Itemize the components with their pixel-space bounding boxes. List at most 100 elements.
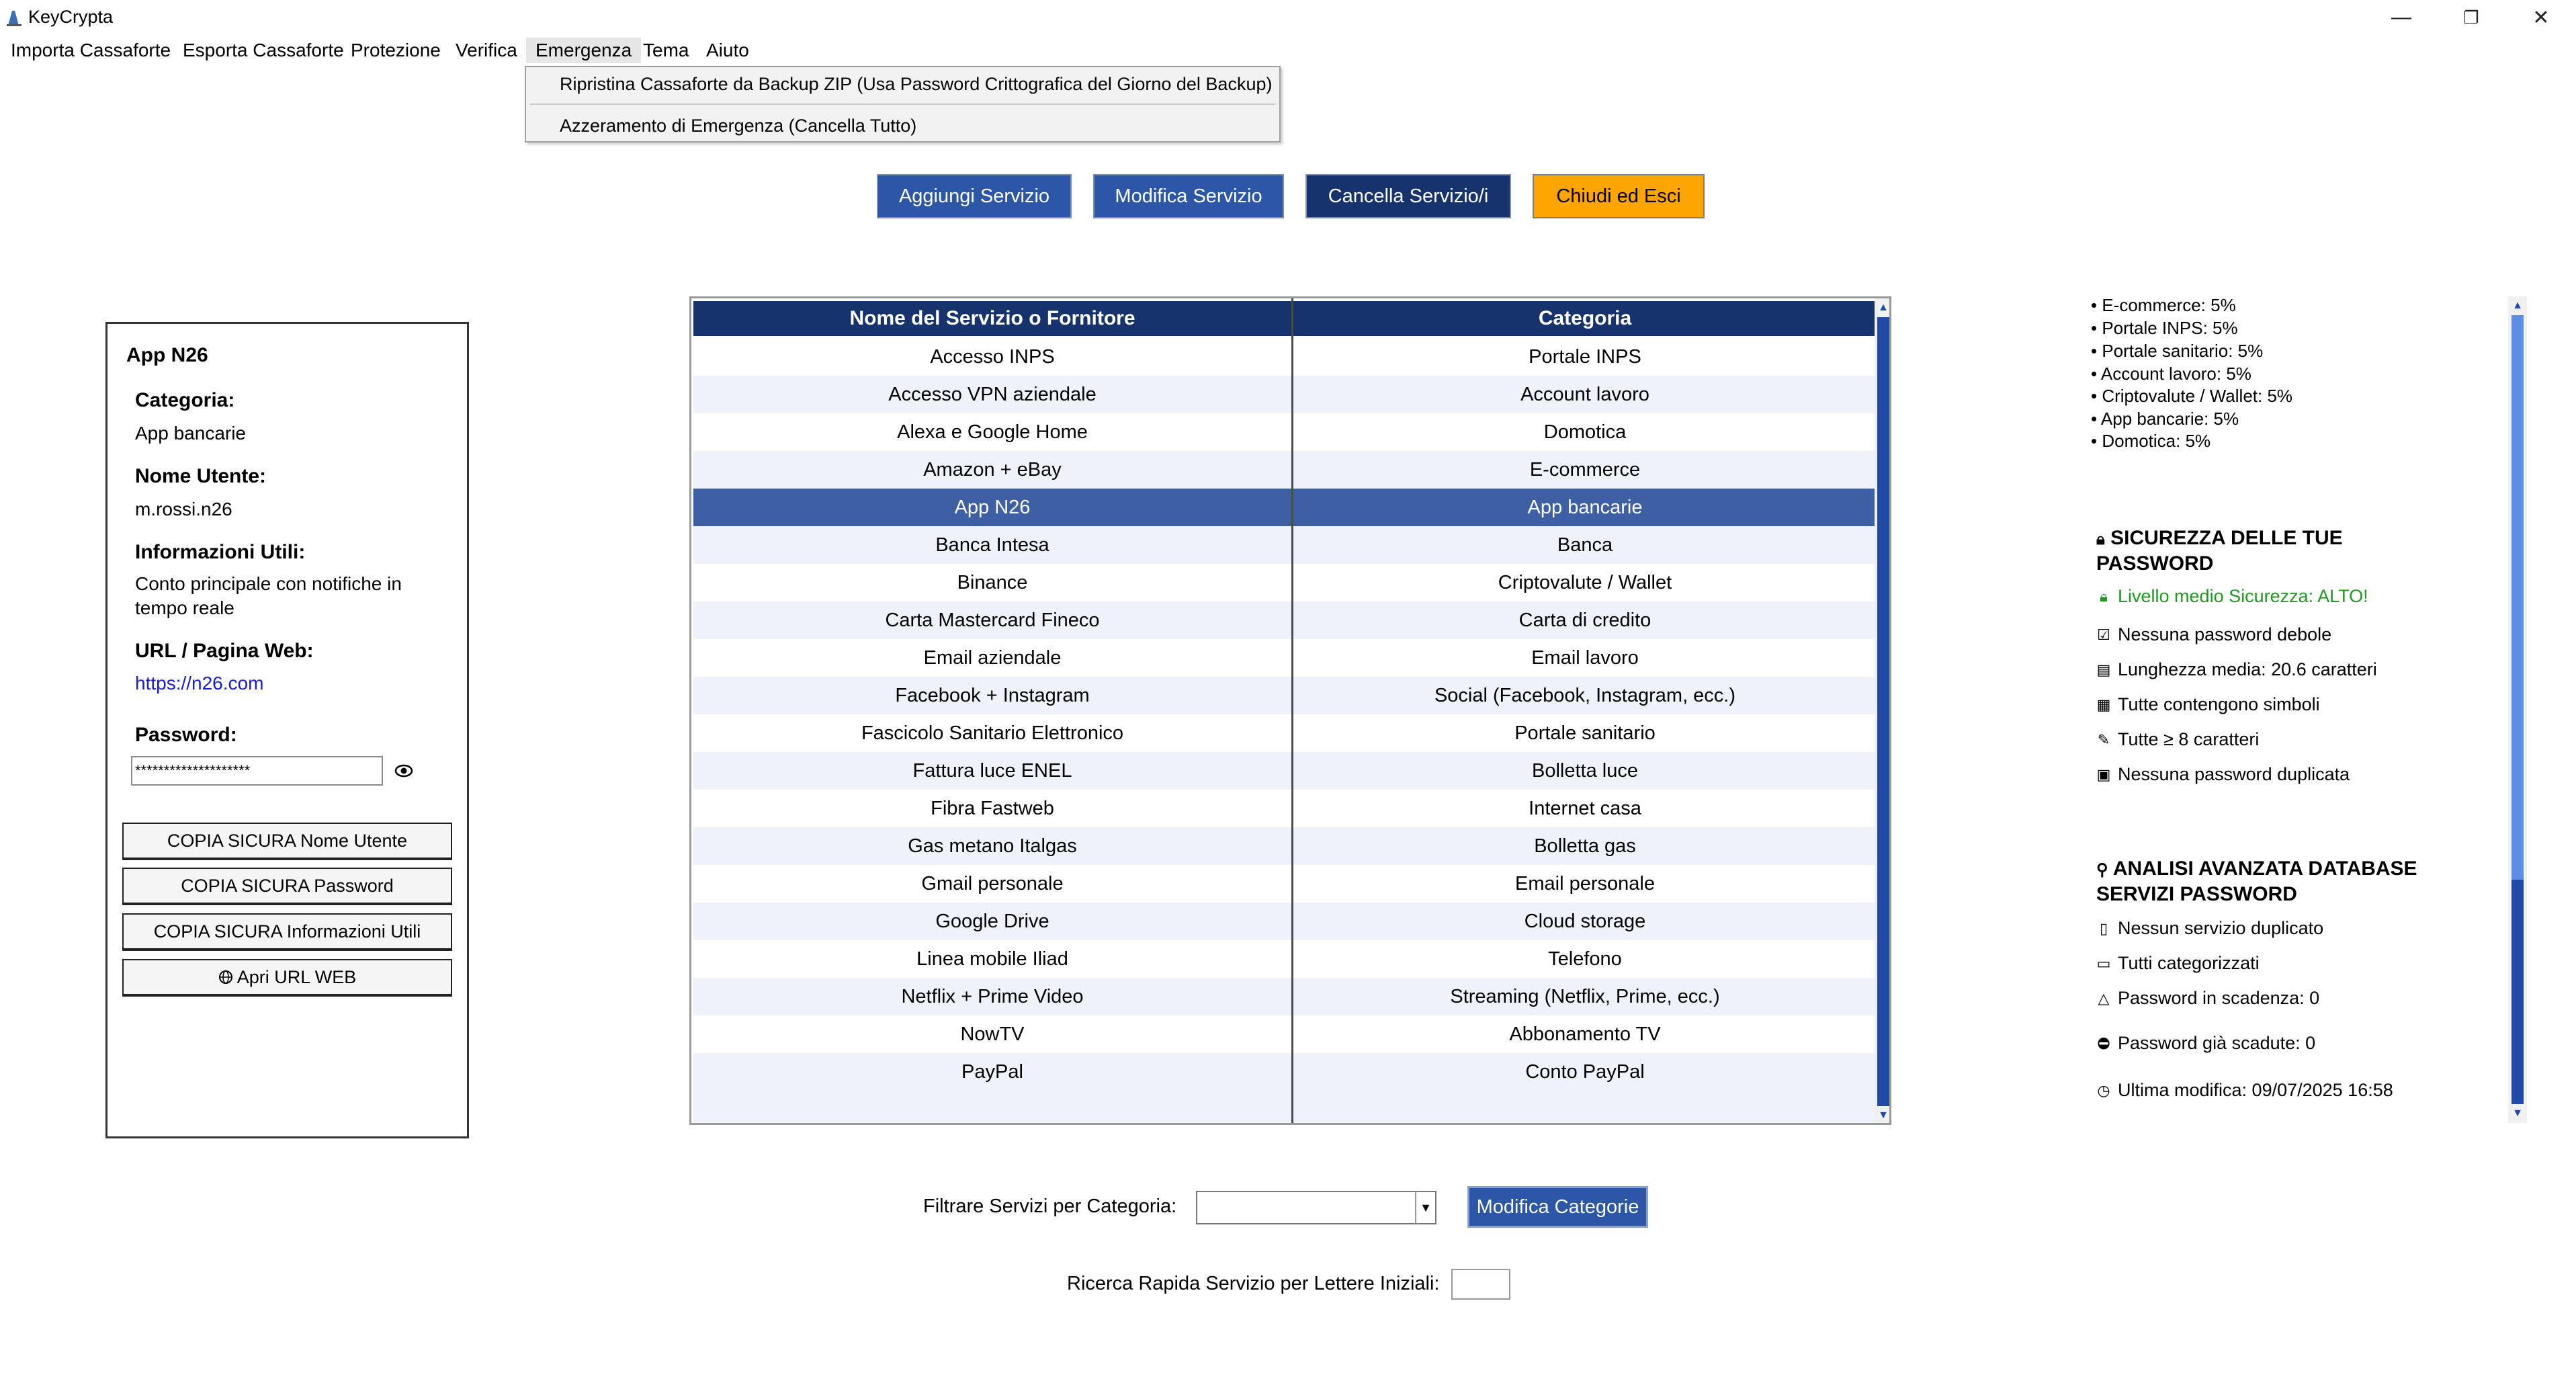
copy-info-button[interactable]: COPIA SICURA Informazioni Utili bbox=[122, 913, 452, 951]
category-cell[interactable]: E-commerce bbox=[1293, 451, 1877, 489]
category-cell[interactable]: Social (Facebook, Instagram, ecc.) bbox=[1293, 677, 1877, 714]
service-name-cell[interactable]: Carta Mastercard Fineco bbox=[693, 601, 1291, 639]
table-row[interactable]: Accesso VPN aziendale Account lavoro bbox=[693, 376, 1877, 413]
table-row[interactable]: App N26 App bancarie bbox=[693, 489, 1877, 526]
menu-esporta-cassaforte[interactable]: Esporta Cassaforte bbox=[173, 38, 353, 63]
category-cell[interactable]: Telefono bbox=[1293, 940, 1877, 978]
show-password-eye-icon[interactable] bbox=[394, 761, 414, 781]
edit-service-button[interactable]: Modifica Servizio bbox=[1093, 174, 1284, 218]
table-row[interactable]: Binance Criptovalute / Wallet bbox=[693, 564, 1877, 601]
menu-verifica[interactable]: Verifica bbox=[446, 38, 527, 63]
category-cell[interactable]: Portale sanitario bbox=[1293, 714, 1877, 752]
category-cell[interactable]: Bolletta gas bbox=[1293, 827, 1877, 865]
open-url-button[interactable]: Apri URL WEB bbox=[122, 959, 452, 997]
table-row[interactable]: Gas metano Italgas Bolletta gas bbox=[693, 827, 1877, 865]
quick-search-input[interactable] bbox=[1451, 1269, 1510, 1300]
service-name-cell[interactable]: Linea mobile Iliad bbox=[693, 940, 1291, 978]
service-name-cell[interactable]: Accesso INPS bbox=[693, 338, 1291, 376]
service-name-cell[interactable]: Email aziendale bbox=[693, 639, 1291, 677]
table-row[interactable] bbox=[693, 1091, 1877, 1123]
menu-emergenza[interactable]: Emergenza bbox=[526, 38, 642, 63]
table-row[interactable]: Fascicolo Sanitario Elettronico Portale s… bbox=[693, 714, 1877, 752]
table-row[interactable]: PayPal Conto PayPal bbox=[693, 1053, 1877, 1091]
service-name-cell[interactable]: Facebook + Instagram bbox=[693, 677, 1291, 714]
category-cell[interactable]: Criptovalute / Wallet bbox=[1293, 564, 1877, 601]
table-row[interactable]: Fattura luce ENEL Bolletta luce bbox=[693, 752, 1877, 790]
service-name-cell[interactable]: Fibra Fastweb bbox=[693, 790, 1291, 827]
service-name-cell[interactable]: Fattura luce ENEL bbox=[693, 752, 1291, 790]
stats-scrollbar-thumb[interactable] bbox=[2511, 880, 2524, 1104]
category-cell[interactable]: Portale INPS bbox=[1293, 338, 1877, 376]
delete-service-button[interactable]: Cancella Servizio/i bbox=[1305, 174, 1511, 218]
table-row[interactable]: Facebook + Instagram Social (Facebook, In… bbox=[693, 677, 1877, 714]
menu-restore-backup-zip[interactable]: Ripristina Cassaforte da Backup ZIP (Usa… bbox=[560, 74, 1272, 95]
service-name-cell[interactable]: Gmail personale bbox=[693, 865, 1291, 903]
menu-emergency-reset[interactable]: Azzeramento di Emergenza (Cancella Tutto… bbox=[560, 116, 916, 136]
service-name-cell[interactable]: Alexa e Google Home bbox=[693, 413, 1291, 451]
scroll-down-arrow-icon[interactable]: ▼ bbox=[2511, 1107, 2524, 1120]
copy-username-button[interactable]: COPIA SICURA Nome Utente bbox=[122, 823, 452, 860]
table-row[interactable]: Carta Mastercard Fineco Carta di credito bbox=[693, 601, 1877, 639]
close-window-button[interactable]: ✕ bbox=[2506, 0, 2576, 35]
service-name-cell[interactable]: NowTV bbox=[693, 1015, 1291, 1053]
add-service-button[interactable]: Aggiungi Servizio bbox=[877, 174, 1072, 218]
category-cell[interactable]: Cloud storage bbox=[1293, 903, 1877, 940]
category-cell[interactable]: Banca bbox=[1293, 526, 1877, 564]
edit-categories-button[interactable]: Modifica Categorie bbox=[1467, 1186, 1648, 1228]
table-row[interactable]: Fibra Fastweb Internet casa bbox=[693, 790, 1877, 827]
category-cell[interactable]: Internet casa bbox=[1293, 790, 1877, 827]
service-name-cell[interactable]: PayPal bbox=[693, 1053, 1291, 1091]
service-name-cell[interactable]: Fascicolo Sanitario Elettronico bbox=[693, 714, 1291, 752]
category-cell[interactable]: Domotica bbox=[1293, 413, 1877, 451]
table-row[interactable]: Netflix + Prime Video Streaming (Netflix,… bbox=[693, 978, 1877, 1015]
category-cell[interactable]: App bancarie bbox=[1293, 489, 1877, 526]
scroll-up-arrow-icon[interactable]: ▲ bbox=[1877, 301, 1889, 315]
service-name-cell[interactable]: Gas metano Italgas bbox=[693, 827, 1291, 865]
minimize-button[interactable]: — bbox=[2366, 0, 2436, 35]
service-name-cell[interactable]: Banca Intesa bbox=[693, 526, 1291, 564]
table-row[interactable]: NowTV Abbonamento TV bbox=[693, 1015, 1877, 1053]
stats-scrollbar[interactable]: ▲ ▼ bbox=[2508, 296, 2527, 1123]
category-cell[interactable]: Bolletta luce bbox=[1293, 752, 1877, 790]
copy-password-button[interactable]: COPIA SICURA Password bbox=[122, 868, 452, 905]
table-row[interactable]: Alexa e Google Home Domotica bbox=[693, 413, 1877, 451]
menu-tema[interactable]: Tema bbox=[634, 38, 698, 63]
table-row[interactable]: Accesso INPS Portale INPS bbox=[693, 338, 1877, 376]
service-name-cell[interactable]: Accesso VPN aziendale bbox=[693, 376, 1291, 413]
table-row[interactable]: Banca Intesa Banca bbox=[693, 526, 1877, 564]
table-row[interactable]: Linea mobile Iliad Telefono bbox=[693, 940, 1877, 978]
menu-aiuto[interactable]: Aiuto bbox=[697, 38, 759, 63]
category-cell[interactable]: Email personale bbox=[1293, 865, 1877, 903]
service-name-cell[interactable]: Netflix + Prime Video bbox=[693, 978, 1291, 1015]
column-header-service[interactable]: Nome del Servizio o Fornitore bbox=[693, 301, 1291, 336]
menu-importa-cassaforte[interactable]: Importa Cassaforte bbox=[1, 38, 180, 63]
category-cell[interactable]: Email lavoro bbox=[1293, 639, 1877, 677]
password-field[interactable]: ******************** bbox=[131, 756, 383, 786]
category-cell[interactable]: Abbonamento TV bbox=[1293, 1015, 1877, 1053]
service-details-panel: App N26 Categoria: App bancarie Nome Ute… bbox=[105, 322, 469, 1138]
service-name-cell[interactable]: App N26 bbox=[693, 489, 1291, 526]
service-name-cell[interactable]: Google Drive bbox=[693, 903, 1291, 940]
column-header-category[interactable]: Categoria bbox=[1293, 301, 1877, 336]
category-cell[interactable]: Carta di credito bbox=[1293, 601, 1877, 639]
restore-button[interactable]: ❐ bbox=[2436, 0, 2506, 35]
category-cell[interactable]: Account lavoro bbox=[1293, 376, 1877, 413]
chevron-down-icon[interactable]: ▼ bbox=[1415, 1192, 1435, 1223]
service-name-cell[interactable]: Binance bbox=[693, 564, 1291, 601]
category-cell[interactable]: Streaming (Netflix, Prime, ecc.) bbox=[1293, 978, 1877, 1015]
table-row[interactable]: Google Drive Cloud storage bbox=[693, 903, 1877, 940]
url-link[interactable]: https://n26.com bbox=[135, 671, 444, 696]
close-and-exit-button[interactable]: Chiudi ed Esci bbox=[1533, 174, 1705, 218]
table-row[interactable]: Amazon + eBay E-commerce bbox=[693, 451, 1877, 489]
table-scrollbar-thumb[interactable] bbox=[1877, 317, 1889, 1106]
table-row[interactable]: Email aziendale Email lavoro bbox=[693, 639, 1877, 677]
category-filter-select[interactable]: ▼ bbox=[1196, 1191, 1436, 1224]
scroll-down-arrow-icon[interactable]: ▼ bbox=[1877, 1109, 1889, 1122]
table-row[interactable]: Gmail personale Email personale bbox=[693, 865, 1877, 903]
stats-scrollbar-thumb-top[interactable] bbox=[2511, 315, 2524, 880]
service-name-cell[interactable]: Amazon + eBay bbox=[693, 451, 1291, 489]
category-cell[interactable]: Conto PayPal bbox=[1293, 1053, 1877, 1091]
scroll-up-arrow-icon[interactable]: ▲ bbox=[2511, 299, 2524, 312]
table-scrollbar[interactable]: ▲ ▼ bbox=[1875, 298, 1889, 1123]
menu-protezione[interactable]: Protezione bbox=[341, 38, 450, 63]
